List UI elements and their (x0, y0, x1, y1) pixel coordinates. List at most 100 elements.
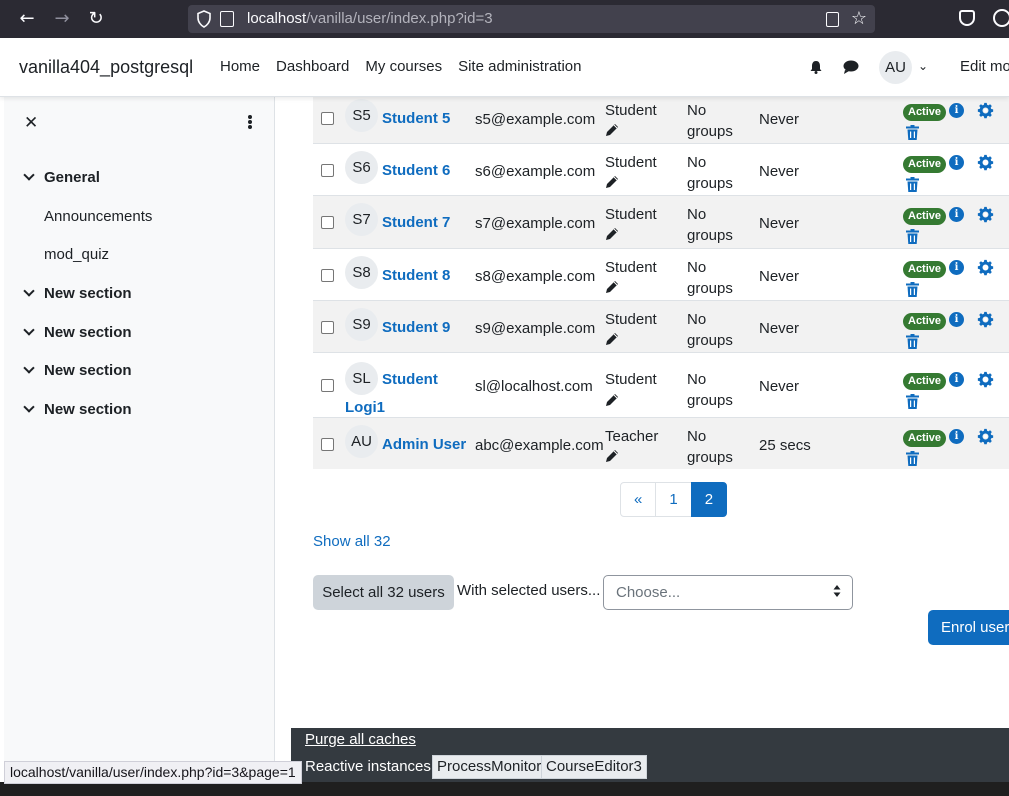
forward-icon[interactable]: → (51, 8, 73, 30)
process-monitor-button[interactable]: ProcessMonitor (432, 755, 547, 779)
unenrol-trash-icon[interactable] (906, 282, 919, 297)
nav-my-courses[interactable]: My courses (357, 58, 450, 75)
chevron-down-icon[interactable] (23, 324, 35, 336)
address-bar[interactable]: localhost/vanilla/user/index.php?id=3 ☆ (188, 5, 875, 33)
nav-dashboard[interactable]: Dashboard (268, 58, 357, 75)
select-user-checkbox[interactable] (321, 112, 334, 125)
participant-name-link-cont[interactable]: Logi1 (345, 399, 385, 416)
unenrol-trash-icon[interactable] (906, 334, 919, 349)
edit-enrolment-gear-icon[interactable] (977, 102, 994, 119)
unenrol-trash-icon[interactable] (906, 125, 919, 140)
participant-groups-line: No (687, 371, 707, 388)
section-new-2[interactable]: New section (22, 324, 132, 341)
unenrol-trash-icon[interactable] (906, 229, 919, 244)
edit-role-pencil-icon[interactable] (605, 449, 619, 463)
pagination-page-1[interactable]: 1 (655, 482, 692, 517)
chevron-down-icon[interactable] (23, 285, 35, 297)
reader-view-icon[interactable] (826, 12, 839, 27)
enrolment-info-icon[interactable]: i (949, 260, 964, 275)
unenrol-trash-icon[interactable] (906, 177, 919, 192)
reload-icon[interactable]: ↻ (85, 8, 107, 30)
edit-enrolment-gear-icon[interactable] (977, 428, 994, 445)
section-new-4[interactable]: New section (22, 401, 132, 418)
select-user-checkbox[interactable] (321, 216, 334, 229)
pocket-icon[interactable] (959, 10, 975, 26)
chevron-down-icon[interactable]: ⌄ (918, 59, 928, 73)
nav-site-administration[interactable]: Site administration (450, 58, 589, 75)
taskbar-strip (0, 782, 1009, 796)
participant-name-link[interactable]: Student 8 (382, 267, 450, 284)
account-icon[interactable] (993, 9, 1009, 27)
section-new-3[interactable]: New section (22, 362, 132, 379)
enrol-users-button[interactable]: Enrol users (928, 610, 1009, 645)
participant-groups-line: No (687, 311, 707, 328)
participant-name-link[interactable]: Student 5 (382, 110, 450, 127)
bookmark-star-icon[interactable]: ☆ (851, 8, 867, 29)
select-user-checkbox[interactable] (321, 379, 334, 392)
close-icon[interactable]: ✕ (24, 113, 38, 133)
participant-name-link[interactable]: Student 7 (382, 214, 450, 231)
activity-announcements[interactable]: Announcements (44, 208, 152, 225)
chevron-down-icon[interactable] (23, 169, 35, 181)
edit-enrolment-gear-icon[interactable] (977, 259, 994, 276)
enrolment-info-icon[interactable]: i (949, 372, 964, 387)
enrolment-info-icon[interactable]: i (949, 103, 964, 118)
user-avatar[interactable]: AU (879, 51, 912, 84)
show-all-link[interactable]: Show all 32 (313, 533, 391, 550)
edit-role-pencil-icon[interactable] (605, 280, 619, 294)
table-row-cell: SL Student Logi1 sl@localhost.com Student No g… (313, 352, 1009, 418)
participant-name-link[interactable]: Student 6 (382, 162, 450, 179)
section-new-1[interactable]: New section (22, 285, 132, 302)
unenrol-trash-icon[interactable] (906, 451, 919, 466)
enrolment-info-icon[interactable]: i (949, 429, 964, 444)
primary-navigation: Home Dashboard My courses Site administr… (212, 58, 590, 75)
chevron-down-icon[interactable] (23, 401, 35, 413)
participant-role: Student (605, 311, 657, 328)
select-user-checkbox[interactable] (321, 321, 334, 334)
section-general[interactable]: General (22, 169, 100, 186)
activity-mod-quiz[interactable]: mod_quiz (44, 246, 109, 263)
edit-role-pencil-icon[interactable] (605, 393, 619, 407)
course-editor-button[interactable]: CourseEditor3 (541, 755, 647, 779)
edit-mode-label[interactable]: Edit mo (960, 58, 1009, 75)
messages-chat-icon[interactable] (843, 60, 859, 74)
edit-enrolment-gear-icon[interactable] (977, 371, 994, 388)
edit-enrolment-gear-icon[interactable] (977, 206, 994, 223)
participant-name-link[interactable]: Admin User (382, 436, 466, 453)
enrolment-info-icon[interactable]: i (949, 312, 964, 327)
participant-groups-line: No (687, 259, 707, 276)
table-row: S5 Student 5 s5@example.com Student No groups… (313, 97, 1009, 144)
participant-name-link[interactable]: Student 9 (382, 319, 450, 336)
enrolment-info-icon[interactable]: i (949, 155, 964, 170)
edit-role-pencil-icon[interactable] (605, 123, 619, 137)
edit-role-pencil-icon[interactable] (605, 332, 619, 346)
unenrol-trash-icon[interactable] (906, 394, 919, 409)
participant-avatar: S5 (345, 99, 378, 132)
table-row-cell: S7 Student 7 s7@example.com Student No groups… (313, 195, 1009, 249)
edit-enrolment-gear-icon[interactable] (977, 154, 994, 171)
more-options-icon[interactable] (248, 115, 252, 129)
pagination-previous[interactable]: « (620, 482, 657, 517)
participant-name-link[interactable]: Student (382, 371, 438, 388)
nav-home[interactable]: Home (212, 58, 268, 75)
edit-role-pencil-icon[interactable] (605, 227, 619, 241)
purge-caches-link[interactable]: Purge all caches (305, 731, 416, 748)
chevron-down-icon[interactable] (23, 362, 35, 374)
participant-groups-line: No (687, 206, 707, 223)
select-user-checkbox[interactable] (321, 438, 334, 451)
notifications-bell-icon[interactable] (809, 60, 823, 74)
bulk-action-select[interactable]: Choose... (603, 575, 853, 610)
pagination-page-2[interactable]: 2 (690, 482, 728, 517)
edit-enrolment-gear-icon[interactable] (977, 311, 994, 328)
select-user-checkbox[interactable] (321, 269, 334, 282)
back-icon[interactable]: ← (16, 8, 38, 30)
select-all-button[interactable]: Select all 32 users (313, 575, 454, 610)
select-user-checkbox[interactable] (321, 164, 334, 177)
table-row-cell: AU Admin User abc@example.com Teacher No grou… (313, 417, 1009, 469)
participant-groups-line: groups (687, 123, 733, 140)
participant-email: s5@example.com (475, 111, 596, 128)
table-row: S9 Student 9 s9@example.com Student No groups… (313, 300, 1009, 353)
enrolment-info-icon[interactable]: i (949, 207, 964, 222)
edit-role-pencil-icon[interactable] (605, 175, 619, 189)
site-brand[interactable]: vanilla404_postgresql (19, 57, 193, 78)
